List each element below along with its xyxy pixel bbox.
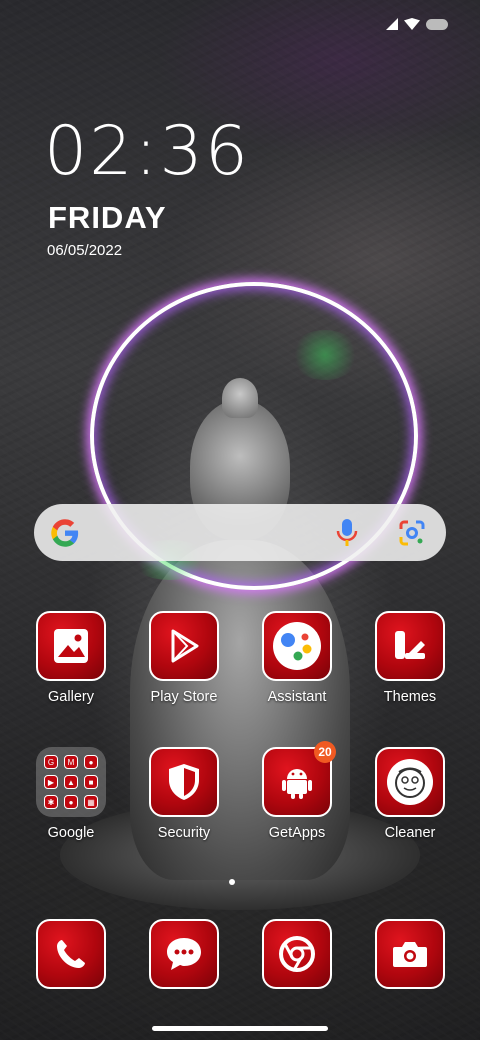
app-label: Play Store	[150, 689, 218, 705]
app-label: Google	[47, 825, 95, 841]
chrome-icon	[262, 919, 332, 989]
home-gesture-bar[interactable]	[152, 1026, 328, 1031]
app-security[interactable]: Security	[136, 747, 232, 841]
message-icon	[149, 919, 219, 989]
app-label: Themes	[383, 689, 437, 705]
camera-icon	[375, 919, 445, 989]
status-bar	[386, 18, 448, 30]
dock-camera[interactable]	[362, 919, 458, 989]
google-g-icon	[51, 518, 79, 547]
folder-icon: G M ● ▶ ▲ ■ ✱ ● ▦	[36, 747, 106, 817]
shield-icon	[149, 747, 219, 817]
gmail-icon: M	[64, 755, 78, 769]
app-label: GetApps	[268, 825, 326, 841]
maps-icon: ●	[84, 755, 98, 769]
duo-icon: ●	[64, 795, 78, 809]
app-label: Gallery	[48, 689, 94, 705]
app-label: Cleaner	[384, 825, 436, 841]
app-assistant[interactable]: Assistant	[249, 611, 345, 705]
folder-google[interactable]: G M ● ▶ ▲ ■ ✱ ● ▦ Google	[23, 747, 119, 841]
google-lens-icon[interactable]	[398, 519, 426, 547]
cleaner-icon	[375, 747, 445, 817]
meet-icon: ■	[84, 775, 98, 789]
app-gallery[interactable]: Gallery	[23, 611, 119, 705]
android-icon: 20	[262, 741, 336, 817]
phone-icon	[36, 919, 106, 989]
assistant-icon	[262, 611, 332, 681]
app-cleaner[interactable]: Cleaner	[362, 747, 458, 841]
dock-phone[interactable]	[23, 919, 119, 989]
drive-icon: ▲	[64, 775, 78, 789]
clock-date: 06/05/2022	[47, 242, 123, 259]
themes-icon	[375, 611, 445, 681]
app-label: Assistant	[267, 689, 327, 705]
signal-icon	[386, 18, 398, 30]
clock-day: FRIDAY	[48, 200, 167, 235]
page-indicator	[229, 879, 235, 885]
wallpaper-glow	[290, 330, 360, 380]
app-play-store[interactable]: Play Store	[136, 611, 232, 705]
app-themes[interactable]: Themes	[362, 611, 458, 705]
app-getapps[interactable]: 20 GetApps	[249, 741, 345, 841]
play-music-icon: ▦	[84, 795, 98, 809]
wifi-icon	[404, 18, 420, 30]
play-store-icon	[149, 611, 219, 681]
google-search-bar[interactable]	[34, 504, 446, 561]
app-label: Security	[157, 825, 211, 841]
gallery-icon	[36, 611, 106, 681]
youtube-icon: ▶	[44, 775, 58, 789]
battery-icon	[426, 18, 448, 30]
clock-time[interactable]: 02:36	[44, 118, 250, 186]
google-app-icon: G	[44, 755, 58, 769]
photos-icon: ✱	[44, 795, 58, 809]
dock-chrome[interactable]	[249, 919, 345, 989]
notification-badge: 20	[314, 741, 336, 763]
mic-icon[interactable]	[336, 518, 358, 548]
dock-messages[interactable]	[136, 919, 232, 989]
